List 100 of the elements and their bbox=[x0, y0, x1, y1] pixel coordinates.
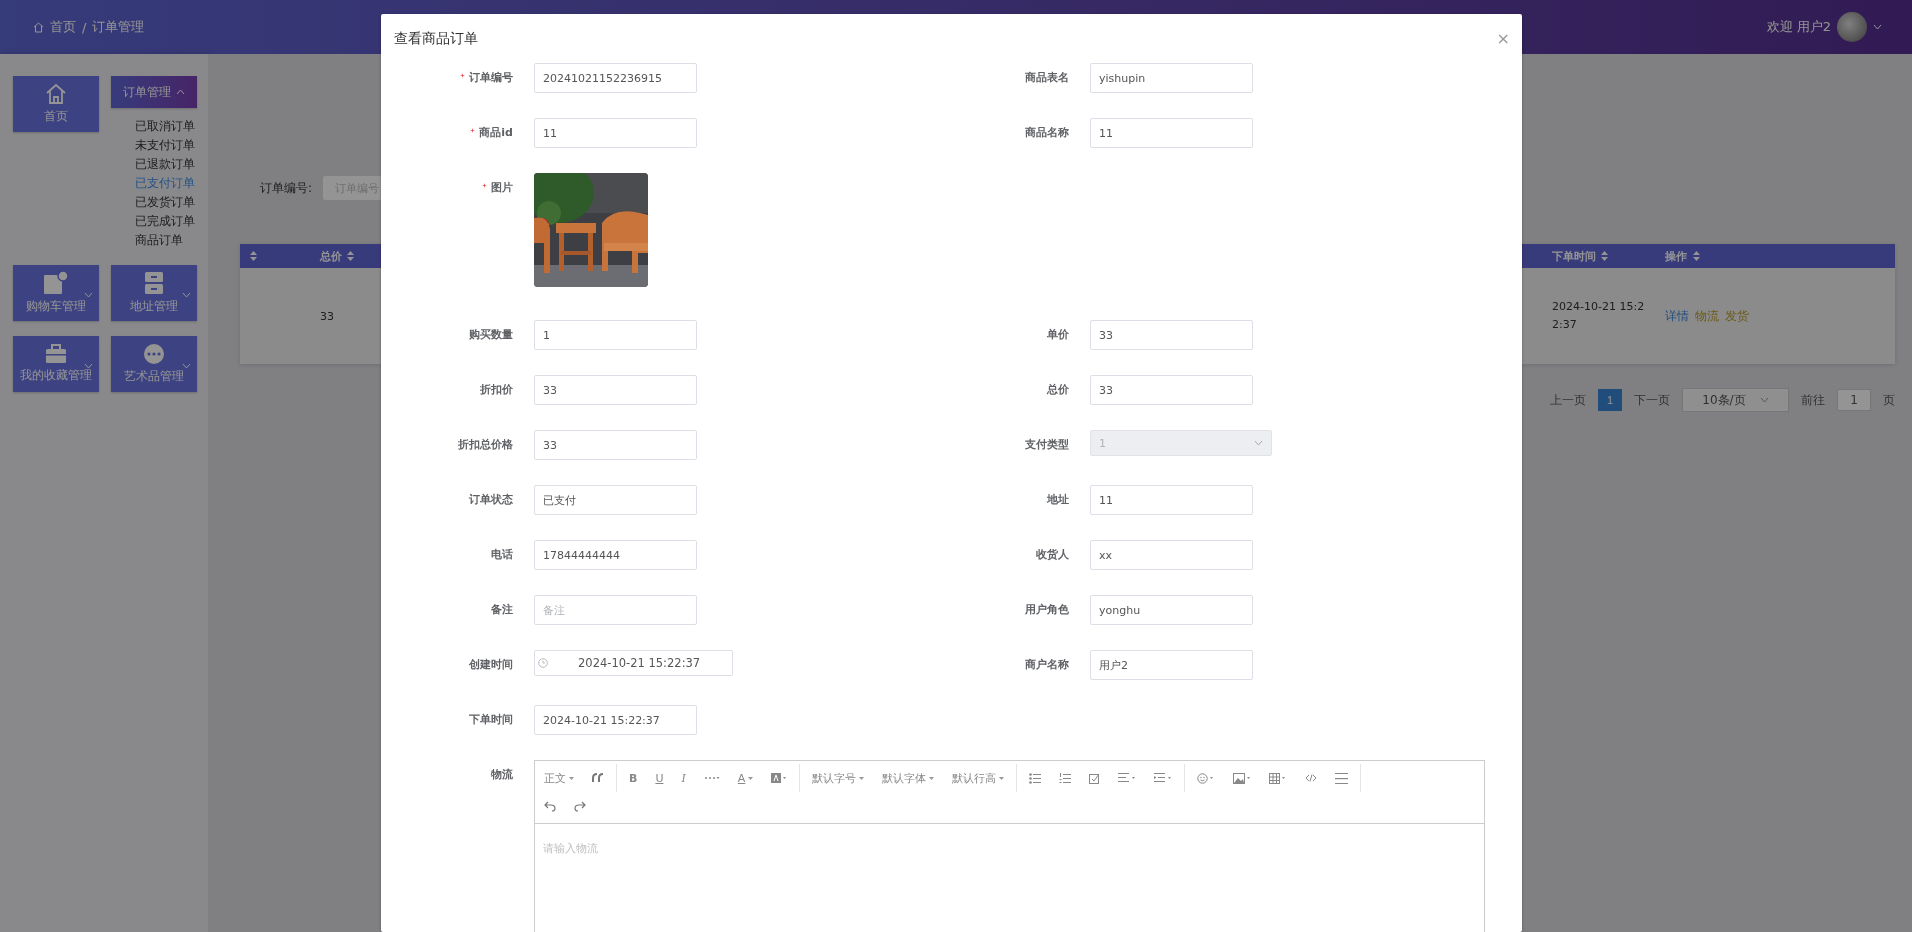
italic-button[interactable]: I bbox=[672, 764, 695, 792]
input-field[interactable]: 33 bbox=[1090, 375, 1253, 405]
caret-icon bbox=[569, 776, 574, 780]
field-label: 用户角色 bbox=[1025, 602, 1069, 618]
input-field[interactable]: 11 bbox=[1090, 118, 1253, 148]
field-label: 购买数量 bbox=[469, 327, 513, 343]
column-header[interactable]: 总价 bbox=[320, 248, 342, 264]
caret-icon bbox=[999, 776, 1005, 780]
more-icon bbox=[703, 775, 720, 781]
quote-icon bbox=[592, 773, 604, 783]
input-field[interactable]: xx bbox=[1090, 540, 1253, 570]
menu-tile[interactable]: 我的收藏管理 bbox=[13, 336, 99, 392]
menu-tile[interactable]: 购物车管理 bbox=[13, 265, 99, 321]
field-label: 总价 bbox=[1047, 382, 1069, 398]
bullet-list-icon bbox=[1029, 772, 1042, 784]
input-field[interactable]: yishupin bbox=[1090, 63, 1253, 93]
breadcrumb-link[interactable]: 首页 bbox=[50, 18, 76, 36]
dialog-title: 查看商品订单 bbox=[394, 30, 478, 48]
menu-tile[interactable]: 艺术品管理 bbox=[111, 336, 197, 392]
submenu-item[interactable]: 已完成订单 bbox=[135, 212, 197, 231]
submenu-item[interactable]: 已取消订单 bbox=[135, 117, 197, 136]
redo-icon bbox=[574, 800, 586, 812]
toolbar-dropdown[interactable]: 正文 bbox=[535, 764, 583, 792]
table-cell: 33 bbox=[320, 309, 334, 323]
sort-icon[interactable] bbox=[347, 251, 354, 261]
align-icon bbox=[1118, 773, 1137, 783]
submenu-item[interactable]: 已发货订单 bbox=[135, 193, 197, 212]
field-label: 商户名称 bbox=[1025, 657, 1069, 673]
cabinet-icon bbox=[144, 271, 164, 295]
input-field[interactable]: 33 bbox=[1090, 320, 1253, 350]
smiley-icon bbox=[1197, 772, 1216, 784]
input-field[interactable]: 11 bbox=[1090, 485, 1253, 515]
page-button[interactable]: 1 bbox=[1598, 389, 1622, 411]
table-icon bbox=[1269, 772, 1288, 784]
input-field[interactable]: 11 bbox=[534, 118, 697, 148]
field-label: 订单编号 bbox=[469, 70, 513, 86]
menu-tile[interactable]: 首页 bbox=[13, 76, 99, 132]
font-color-button[interactable]: A bbox=[728, 764, 763, 792]
toolbar-dropdown[interactable]: 默认字体 bbox=[873, 764, 944, 792]
field-label: 收货人 bbox=[1036, 547, 1069, 563]
field-label: 商品表名 bbox=[1025, 70, 1069, 86]
submenu-item[interactable]: 已退款订单 bbox=[135, 155, 197, 174]
input-field[interactable]: 已支付 bbox=[534, 485, 697, 515]
submenu-item[interactable]: 未支付订单 bbox=[135, 136, 197, 155]
avatar[interactable] bbox=[1837, 12, 1867, 42]
caret-icon bbox=[176, 89, 185, 95]
date-field[interactable]: 2024-10-21 15:22:37 bbox=[534, 650, 733, 676]
lines-icon bbox=[1335, 772, 1349, 784]
field-label: 折扣总价格 bbox=[458, 437, 513, 453]
next-page-button[interactable]: 下一页 bbox=[1634, 391, 1670, 409]
input-field[interactable]: 2024-10-21 15:22:37 bbox=[534, 705, 697, 735]
toolbar-dropdown[interactable]: 默认字号 bbox=[803, 764, 874, 792]
code-icon bbox=[1305, 774, 1318, 782]
field-label: 订单状态 bbox=[469, 492, 513, 508]
caret-icon[interactable] bbox=[1873, 24, 1882, 30]
action-link[interactable]: 发货 bbox=[1725, 308, 1749, 324]
submenu-item[interactable]: 已支付订单 bbox=[135, 174, 197, 193]
toolbar-dropdown[interactable]: 默认行高 bbox=[943, 764, 1014, 792]
input-field[interactable]: 33 bbox=[534, 430, 697, 460]
field-label: 物流 bbox=[491, 767, 513, 783]
caret-icon bbox=[748, 776, 754, 780]
menu-tile[interactable]: 订单管理 bbox=[111, 76, 197, 108]
bold-button[interactable]: B bbox=[620, 764, 647, 792]
indent-icon bbox=[1154, 773, 1173, 783]
page-input[interactable]: 1 bbox=[1837, 389, 1871, 411]
input-field[interactable]: 20241021152236915 bbox=[534, 63, 697, 93]
clock-icon bbox=[538, 658, 548, 668]
goto-label: 前往 bbox=[1801, 391, 1825, 409]
input-field[interactable]: 33 bbox=[534, 375, 697, 405]
close-button[interactable]: × bbox=[1496, 31, 1510, 47]
caret-icon bbox=[859, 776, 865, 780]
numbered-list-icon bbox=[1059, 772, 1072, 784]
breadcrumb-link[interactable]: 订单管理 bbox=[92, 18, 145, 36]
caret-icon bbox=[84, 363, 93, 369]
caret-icon bbox=[182, 363, 191, 369]
input-field[interactable]: 备注 bbox=[534, 595, 697, 625]
home-icon bbox=[45, 83, 67, 105]
menu-tile[interactable]: 地址管理 bbox=[111, 265, 197, 321]
field-label: 地址 bbox=[1047, 492, 1069, 508]
input-field[interactable]: 17844444444 bbox=[534, 540, 697, 570]
checkbox-icon bbox=[1089, 772, 1101, 784]
column-header[interactable]: 下单时间 bbox=[1552, 248, 1596, 264]
field-label: 下单时间 bbox=[469, 712, 513, 728]
submenu-item[interactable]: 商品订单 bbox=[135, 231, 197, 250]
field-label: 商品名称 bbox=[1025, 125, 1069, 141]
sort-icon[interactable] bbox=[250, 251, 257, 261]
input-field[interactable]: 用户2 bbox=[1090, 650, 1253, 680]
prev-page-button[interactable]: 上一页 bbox=[1550, 391, 1586, 409]
action-link[interactable]: 物流 bbox=[1695, 308, 1719, 324]
dots-circle-icon bbox=[143, 343, 165, 365]
column-header[interactable]: 操作 bbox=[1665, 248, 1687, 264]
underline-button[interactable]: U bbox=[646, 764, 673, 792]
sort-icon[interactable] bbox=[1693, 251, 1700, 261]
caret-icon bbox=[929, 776, 935, 780]
caret-icon bbox=[182, 292, 191, 298]
input-field[interactable]: yonghu bbox=[1090, 595, 1253, 625]
action-link[interactable]: 详情 bbox=[1665, 308, 1689, 324]
page-size-select[interactable]: 10条/页 bbox=[1682, 388, 1789, 412]
input-field[interactable]: 1 bbox=[534, 320, 697, 350]
sort-icon[interactable] bbox=[1601, 251, 1608, 261]
